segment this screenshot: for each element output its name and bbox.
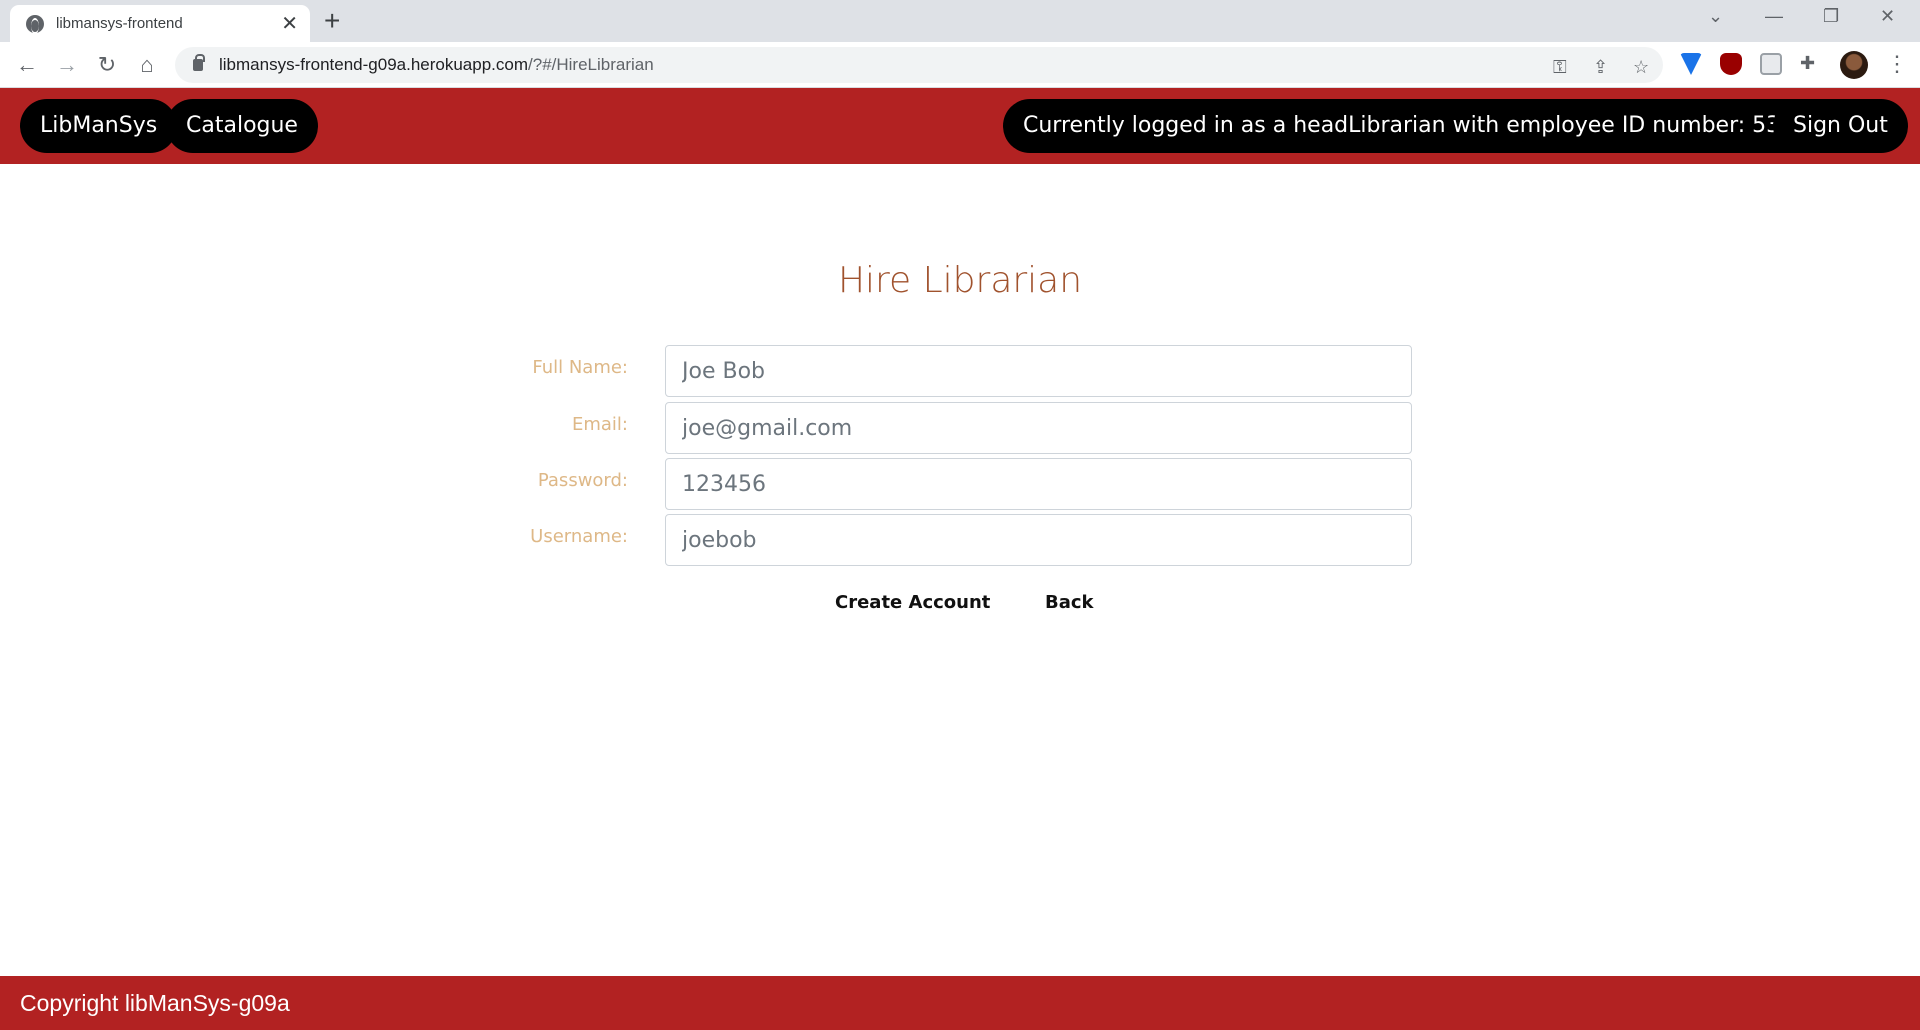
new-tab-button[interactable]: +	[324, 6, 340, 36]
copyright-text: Copyright libManSys-g09a	[20, 990, 290, 1016]
profile-avatar[interactable]	[1840, 51, 1868, 79]
create-account-button[interactable]: Create Account	[835, 592, 990, 613]
window-close-button[interactable]: ✕	[1880, 6, 1895, 27]
brand-link[interactable]: LibManSys	[20, 99, 178, 153]
extensions-puzzle-icon[interactable]: ✚	[1800, 53, 1815, 74]
app-footer: Copyright libManSys-g09a	[0, 976, 1920, 1030]
main-content: Hire Librarian Full Name: Email: Passwor…	[0, 164, 1920, 976]
full-name-input[interactable]	[665, 345, 1412, 397]
tab-title: libmansys-frontend	[56, 15, 183, 32]
password-row: Password:	[0, 458, 1920, 510]
minimize-button[interactable]: —	[1765, 6, 1783, 27]
url-path: /?#/HireLibrarian	[528, 55, 654, 74]
password-input[interactable]	[665, 458, 1412, 510]
catalogue-link[interactable]: Catalogue	[166, 99, 318, 153]
share-icon[interactable]: ⇪	[1593, 57, 1608, 78]
browser-toolbar: ← → ↻ ⌂ libmansys-frontend-g09a.herokuap…	[0, 42, 1920, 88]
username-label: Username:	[530, 526, 628, 547]
back-icon[interactable]: ←	[13, 51, 41, 79]
reload-icon[interactable]: ↻	[93, 51, 121, 79]
forward-icon[interactable]: →	[53, 51, 81, 79]
full-name-label: Full Name:	[532, 357, 628, 378]
bookmark-star-icon[interactable]: ☆	[1633, 57, 1649, 78]
email-label: Email:	[571, 414, 628, 435]
full-name-row: Full Name:	[0, 345, 1920, 397]
lock-icon	[193, 54, 205, 71]
browser-menu-icon[interactable]: ⋮	[1886, 51, 1908, 77]
email-row: Email:	[0, 402, 1920, 454]
home-icon[interactable]: ⌂	[133, 51, 161, 79]
username-input[interactable]	[665, 514, 1412, 566]
password-label: Password:	[537, 470, 628, 491]
globe-icon	[26, 14, 44, 34]
ublock-icon[interactable]	[1720, 53, 1742, 75]
sign-out-button[interactable]: Sign Out	[1773, 99, 1908, 153]
address-bar[interactable]: libmansys-frontend-g09a.herokuapp.com/?#…	[175, 47, 1663, 83]
tab-search-icon[interactable]: ⌄	[1708, 6, 1723, 27]
username-row: Username:	[0, 514, 1920, 566]
login-status: Currently logged in as a headLibrarian w…	[1003, 99, 1857, 153]
url-text: libmansys-frontend-g09a.herokuapp.com/?#…	[219, 55, 654, 75]
back-button[interactable]: Back	[1045, 592, 1094, 613]
restore-button[interactable]: ❐	[1823, 6, 1839, 27]
browser-tab-strip: libmansys-frontend ✕ + ⌄ — ❐ ✕	[0, 0, 1920, 42]
cast-icon[interactable]	[1760, 53, 1782, 75]
extension-shield-icon[interactable]	[1680, 53, 1702, 75]
browser-tab[interactable]: libmansys-frontend ✕	[10, 5, 310, 42]
url-host: libmansys-frontend-g09a.herokuapp.com	[219, 55, 529, 74]
key-icon[interactable]: ⚿	[1553, 57, 1567, 78]
app-navbar: LibManSys Catalogue Currently logged in …	[0, 88, 1920, 164]
email-input[interactable]	[665, 402, 1412, 454]
page-title: Hire Librarian	[837, 260, 1083, 301]
tab-close-icon[interactable]: ✕	[281, 14, 298, 34]
